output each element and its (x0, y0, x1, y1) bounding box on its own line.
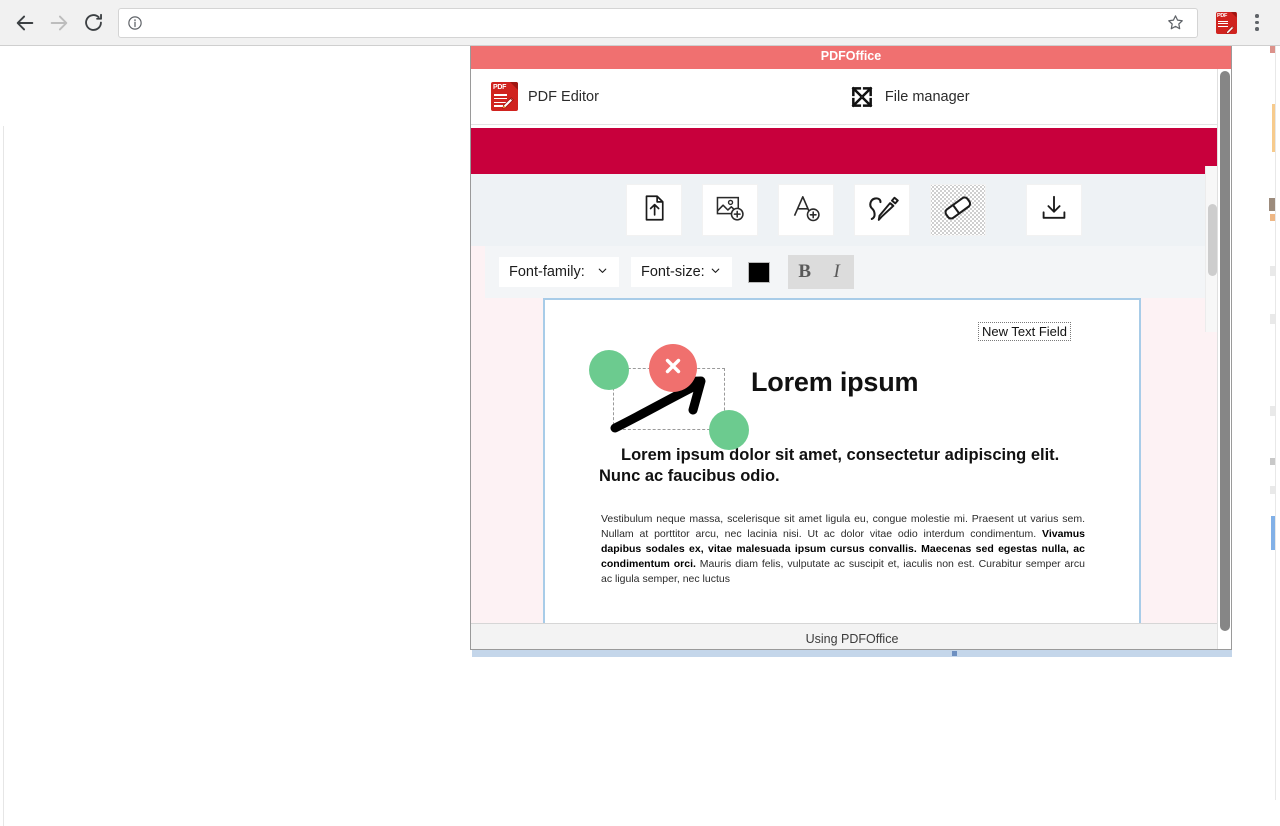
page-left-rule (3, 126, 4, 826)
pdf-extension-icon: PDF (1215, 11, 1237, 34)
editor-canvas[interactable]: New Text Field Lorem ipsum Lorem ipsum d… (471, 298, 1231, 628)
image-add-icon (714, 192, 746, 229)
address-bar[interactable] (118, 7, 1198, 38)
page-edge-artifact (1270, 458, 1275, 465)
pdfoffice-popup-window: PDFOffice PDF PDF Editor File manager Fo… (470, 42, 1232, 650)
page-edge-artifact (1271, 516, 1275, 550)
close-x-icon (661, 354, 685, 383)
browser-toolbar: PDF (0, 0, 1280, 46)
text-add-icon (790, 192, 822, 229)
back-arrow-icon (14, 12, 36, 34)
download-icon (1038, 192, 1070, 229)
document-title[interactable]: Lorem ipsum (751, 367, 919, 398)
file-upload-icon (639, 193, 669, 228)
chrome-menu-button[interactable] (1244, 8, 1270, 38)
upload-file-button[interactable] (626, 184, 682, 236)
font-size-label: Font-size: (641, 264, 705, 280)
inner-scrollbar-thumb[interactable] (1208, 204, 1217, 276)
pdf-file-edit-icon: PDF (491, 82, 518, 111)
italic-button[interactable]: I (826, 261, 848, 283)
editor-toolbar (471, 174, 1231, 246)
nav-item-pdf-editor[interactable]: PDF PDF Editor (491, 82, 599, 111)
eraser-icon (941, 191, 975, 230)
text-color-swatch[interactable] (747, 261, 770, 283)
new-text-field[interactable]: New Text Field (977, 322, 1071, 341)
page-edge-artifact (1270, 486, 1275, 494)
add-text-button[interactable] (778, 184, 834, 236)
page-edge-artifact (1270, 314, 1275, 324)
download-button[interactable] (1026, 184, 1082, 236)
app-nav: PDF PDF Editor File manager (471, 69, 1231, 125)
reload-button[interactable] (76, 6, 110, 40)
info-icon[interactable] (127, 15, 143, 31)
page-right-rule (1275, 46, 1276, 800)
popup-scrollbar-thumb[interactable] (1220, 71, 1230, 631)
forward-button (42, 6, 76, 40)
document-subtitle[interactable]: Lorem ipsum dolor sit amet, consectetur … (599, 445, 1069, 487)
page-edge-artifact (1270, 46, 1275, 53)
paragraph-text-part1: Vestibulum neque massa, scelerisque sit … (601, 513, 1085, 540)
forward-arrow-icon (48, 12, 70, 34)
brand-banner (471, 128, 1231, 174)
reload-icon (83, 12, 104, 33)
nav-item-file-manager-label: File manager (884, 88, 970, 105)
nav-item-file-manager[interactable]: File manager (849, 84, 970, 110)
popup-content: PDF PDF Editor File manager Font-family:… (471, 69, 1231, 649)
add-image-button[interactable] (702, 184, 758, 236)
popup-scrollbar[interactable] (1217, 69, 1231, 649)
back-button[interactable] (8, 6, 42, 40)
font-size-select[interactable]: Font-size: (631, 257, 732, 287)
inner-scrollbar[interactable] (1205, 166, 1217, 332)
resize-handle-top-left[interactable] (589, 350, 629, 390)
expand-arrows-icon (849, 84, 875, 110)
browser-actions: PDF (1208, 8, 1280, 38)
star-icon[interactable] (1166, 13, 1185, 32)
page-horizontal-scrollbar-marker (952, 651, 957, 656)
page-edge-artifact (1270, 266, 1275, 276)
delete-selection-button[interactable] (649, 344, 697, 392)
three-dot-menu-icon (1255, 14, 1259, 18)
pencil-draw-icon (866, 191, 899, 229)
chevron-down-icon (709, 264, 722, 281)
popup-title: PDFOffice (820, 49, 882, 63)
pdf-extension-button[interactable]: PDF (1212, 9, 1240, 37)
document-page[interactable]: New Text Field Lorem ipsum Lorem ipsum d… (543, 298, 1141, 628)
address-input[interactable] (151, 15, 1160, 30)
page-edge-artifact (1269, 198, 1275, 211)
bold-button[interactable]: B (794, 261, 816, 283)
nav-item-pdf-editor-label: PDF Editor (528, 88, 599, 105)
popup-status-bar: Using PDFOffice (471, 623, 1231, 649)
page-edge-artifact (1270, 406, 1275, 416)
popup-status-text: Using PDFOffice (805, 631, 899, 646)
resize-handle-bottom-right[interactable] (709, 410, 749, 450)
page-edge-artifact (1270, 214, 1275, 221)
draw-button[interactable] (854, 184, 910, 236)
font-family-select[interactable]: Font-family: (499, 257, 619, 287)
chevron-down-icon (596, 264, 609, 281)
document-paragraph[interactable]: Vestibulum neque massa, scelerisque sit … (601, 512, 1085, 587)
text-format-toolbar: Font-family: Font-size: B I (471, 246, 1231, 298)
page-horizontal-scrollbar[interactable] (472, 650, 1232, 657)
font-family-label: Font-family: (509, 264, 585, 280)
page-edge-artifact (1272, 104, 1275, 152)
eraser-button[interactable] (930, 184, 986, 236)
popup-title-bar: PDFOffice (471, 43, 1231, 69)
text-style-group: B I (787, 255, 854, 289)
